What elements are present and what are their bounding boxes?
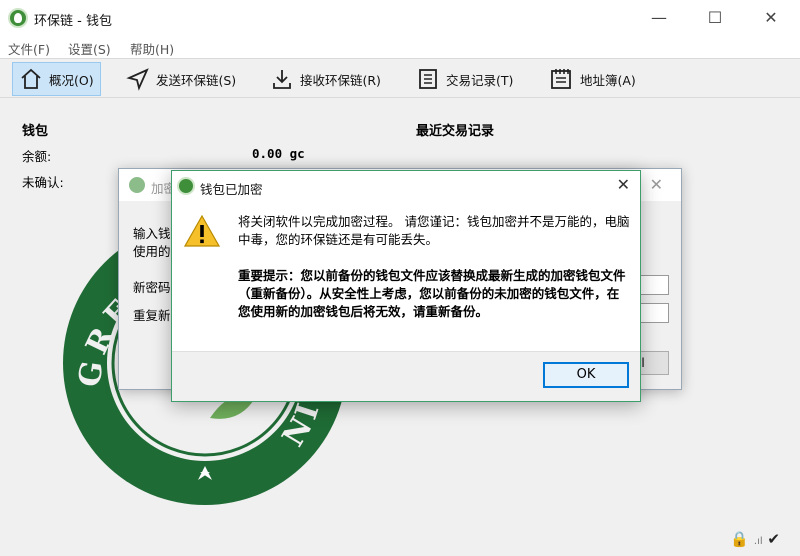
wallet-encrypted-footer: OK [172,351,640,401]
wallet-encrypted-title: 钱包已加密 [200,182,263,197]
tab-transactions-label: 交易记录(T) [446,72,514,88]
signal-icon: .ıl [753,536,763,547]
tab-address-book-label: 地址簿(A) [580,72,636,88]
status-bar-icons: 🔒 .ıl ✔ [730,530,780,548]
ok-button[interactable]: OK [543,362,629,388]
menu-settings[interactable]: 设置(S) [68,39,111,58]
close-button[interactable]: ✕ [748,0,794,36]
address-book-icon [551,69,571,89]
wallet-encrypted-close-button[interactable]: ✕ [617,175,630,194]
home-icon [21,68,41,89]
transactions-icon [419,69,437,89]
balance-label: 余额: [22,149,52,164]
lock-icon: 🔒 [730,530,750,548]
repeat-passphrase-label: 重复新 [133,308,171,323]
warning-icon [184,215,220,247]
new-passphrase-label: 新密码 [133,280,171,295]
app-logo-icon [8,8,28,28]
encrypt-dialog-icon [129,177,145,193]
unconfirmed-label: 未确认: [22,175,64,190]
title-bar: 环保链 - 钱包 — ☐ ✕ [0,0,800,36]
encrypt-dialog-text-line2: 使用的 [133,244,171,259]
window-title: 环保链 - 钱包 [34,14,112,29]
check-icon: ✔ [767,530,780,548]
receive-icon [273,70,291,89]
tab-address-book[interactable]: 地址簿(A) [542,62,642,96]
tab-receive-label: 接收环保链(R) [300,72,381,88]
toolbar: 概况(O) 发送环保链(S) 接收环保链(R) 交易记录(T) 地址簿(A) [0,58,800,98]
wallet-encrypted-important-note: 重要提示：您以前备份的钱包文件应该替换成最新生成的加密钱包文件（重新备份）。从安… [238,268,626,319]
wallet-encrypted-dialog: 钱包已加密 ✕ 将关闭软件以完成加密过程。 请您谨记：钱包加密并不是万能的，电脑… [171,170,641,402]
encrypt-dialog-text-line1: 输入钱 [133,226,171,241]
wallet-encrypted-message: 将关闭软件以完成加密过程。 请您谨记：钱包加密并不是万能的，电脑中毒，您的环保链… [238,214,630,247]
minimize-button[interactable]: — [636,0,682,36]
tab-send-label: 发送环保链(S) [156,72,237,88]
tab-send[interactable]: 发送环保链(S) [120,62,242,96]
tab-transactions[interactable]: 交易记录(T) [410,62,519,96]
balance-value: 0.00 gc [252,146,305,161]
encrypt-dialog-close-button[interactable]: ✕ [650,175,663,194]
menu-bar: 文件(F) 设置(S) 帮助(H) [0,36,800,58]
wallet-title: 钱包 [22,124,49,139]
menu-file[interactable]: 文件(F) [8,39,50,58]
tab-overview[interactable]: 概况(O) [12,62,101,96]
tab-receive[interactable]: 接收环保链(R) [264,62,387,96]
recent-transactions-title: 最近交易记录 [416,124,495,139]
maximize-button[interactable]: ☐ [692,0,738,36]
wallet-encrypted-app-icon [177,177,195,195]
tab-overview-label: 概况(O) [49,72,94,88]
send-icon [126,68,149,91]
wallet-encrypted-titlebar: 钱包已加密 ✕ [172,171,640,201]
menu-help[interactable]: 帮助(H) [130,39,174,58]
